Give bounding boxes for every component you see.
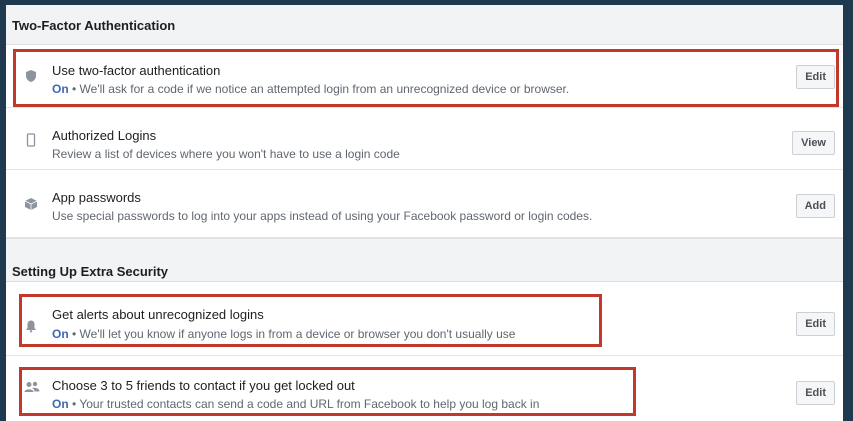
section-title: Two-Factor Authentication [12, 18, 176, 33]
status-on: On [52, 397, 69, 411]
edit-button[interactable]: Edit [796, 312, 835, 336]
row-app-passwords[interactable]: App passwords Use special passwords to l… [6, 170, 843, 238]
row-login-alerts[interactable]: Get alerts about unrecognized logins On … [6, 282, 843, 356]
settings-panel: Two-Factor Authentication Use two-factor… [6, 5, 843, 421]
row-description: On • Your trusted contacts can send a co… [52, 397, 539, 411]
bell-icon [24, 319, 38, 333]
row-heading: Get alerts about unrecognized logins [52, 307, 264, 322]
description-text: • We'll ask for a code if we notice an a… [68, 82, 570, 96]
row-two-factor-auth[interactable]: Use two-factor authentication On • We'll… [6, 45, 843, 108]
row-heading: Authorized Logins [52, 128, 157, 143]
row-authorized-logins[interactable]: Authorized Logins Review a list of devic… [6, 108, 843, 170]
view-button[interactable]: View [792, 131, 835, 155]
row-heading: App passwords [52, 190, 141, 205]
section-title: Setting Up Extra Security [12, 264, 169, 279]
section-header-extra-security: Setting Up Extra Security [6, 238, 843, 282]
row-description: On • We'll ask for a code if we notice a… [52, 82, 569, 96]
shield-icon [24, 69, 38, 83]
row-heading: Use two-factor authentication [52, 63, 221, 78]
row-description: Review a list of devices where you won't… [52, 147, 400, 161]
row-description: Use special passwords to log into your a… [52, 209, 593, 223]
edit-button[interactable]: Edit [796, 381, 835, 405]
add-button[interactable]: Add [795, 194, 835, 218]
edit-button[interactable]: Edit [796, 65, 835, 89]
description-text: • Your trusted contacts can send a code … [68, 397, 540, 411]
cube-icon [24, 197, 38, 211]
row-trusted-contacts[interactable]: Choose 3 to 5 friends to contact if you … [6, 356, 843, 421]
row-description: On • We'll let you know if anyone logs i… [52, 327, 515, 341]
friends-icon [24, 380, 40, 394]
phone-icon [24, 133, 38, 147]
row-heading: Choose 3 to 5 friends to contact if you … [52, 378, 355, 393]
description-text: • We'll let you know if anyone logs in f… [68, 327, 516, 341]
section-header-two-factor: Two-Factor Authentication [6, 5, 843, 45]
status-on: On [52, 82, 69, 96]
status-on: On [52, 327, 69, 341]
